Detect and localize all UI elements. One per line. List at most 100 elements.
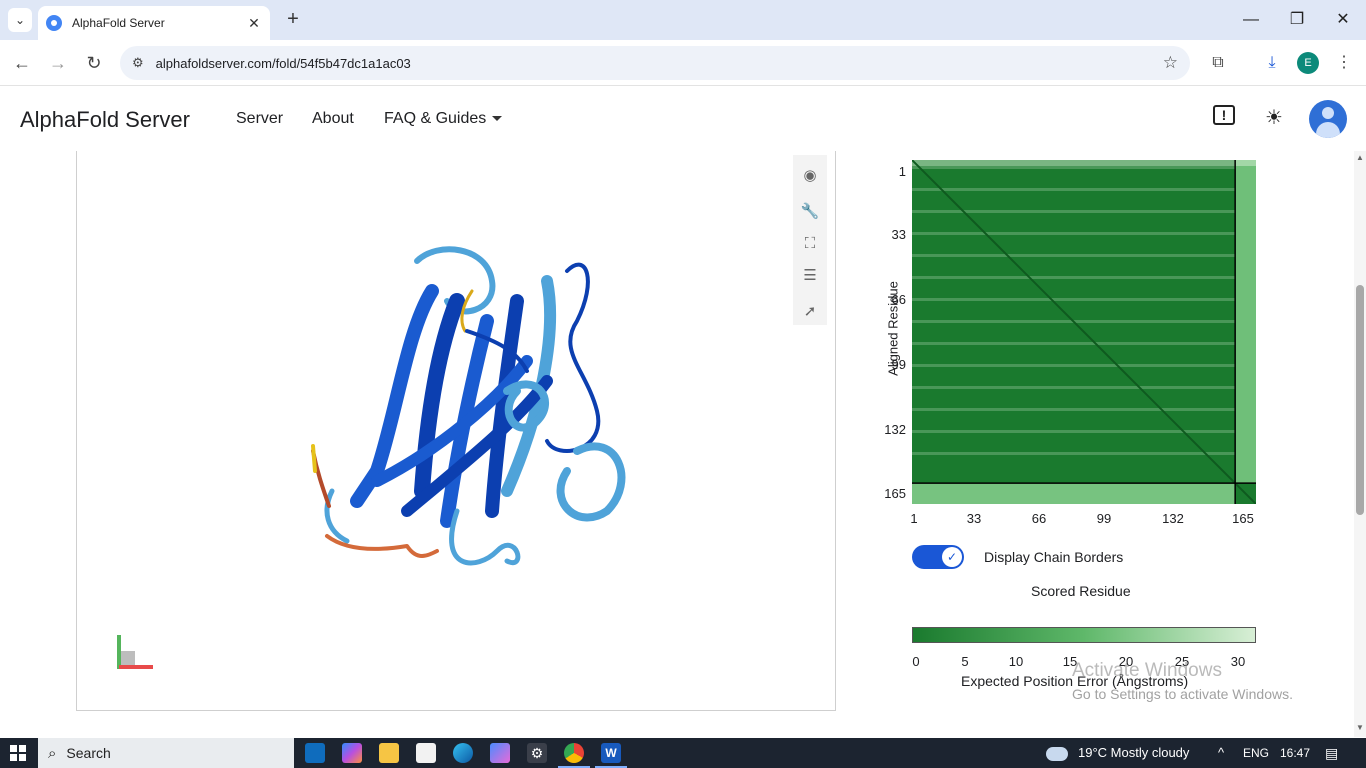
pae-block-offdiag-lower	[912, 483, 1236, 504]
x-tick: 165	[1232, 511, 1254, 526]
activate-windows-watermark: Activate Windows	[1072, 660, 1222, 681]
weather-text[interactable]: 19°C Mostly cloudy	[1078, 745, 1189, 760]
minimize-button[interactable]: —	[1228, 6, 1274, 34]
maximize-button[interactable]: ❐	[1274, 6, 1320, 34]
pae-stripe	[912, 166, 1236, 169]
y-tick: 66	[891, 292, 906, 307]
pae-stripe	[912, 254, 1236, 257]
dropdown-caret-icon	[492, 116, 503, 122]
address-bar[interactable]: ⚙ alphafoldserver.com/fold/54f5b47dc1a1a…	[120, 46, 1190, 80]
x-tick: 66	[1031, 511, 1047, 526]
close-tab-icon[interactable]: ✕	[246, 15, 262, 32]
alphafold-favicon-icon	[46, 15, 62, 31]
reload-icon[interactable]: ↻	[81, 50, 107, 76]
x-axis-label: Scored Residue	[1031, 583, 1131, 599]
pae-stripe	[912, 430, 1236, 433]
nav-faq-guides[interactable]: FAQ & Guides	[384, 110, 503, 128]
back-icon[interactable]: ←	[9, 50, 35, 76]
profile-button[interactable]: E	[1297, 52, 1319, 74]
wrench-icon[interactable]: 🔧	[797, 199, 823, 225]
settings-icon[interactable]: ⚙	[527, 743, 547, 763]
x-tick: 132	[1162, 511, 1184, 526]
pae-stripe	[912, 160, 1256, 166]
pae-stripe	[912, 452, 1236, 455]
tab-search-button[interactable]: ⌄	[8, 8, 32, 32]
y-tick: 1	[898, 164, 906, 179]
x-tick: 99	[1096, 511, 1112, 526]
download-icon[interactable]: ⤓	[1260, 51, 1284, 75]
pae-block-offdiag-upper	[1235, 160, 1256, 484]
scroll-thumb[interactable]	[1356, 285, 1364, 515]
browser-toolbar: ← → ↻ ⚙ alphafoldserver.com/fold/54f5b47…	[0, 40, 1366, 86]
colorbar-tick: 30	[1230, 654, 1246, 669]
tab-title: AlphaFold Server	[72, 16, 165, 30]
cursor-icon[interactable]: ➚	[797, 299, 823, 325]
app-header: AlphaFold Server Server About FAQ & Guid…	[0, 87, 1366, 151]
y-tick: 99	[891, 357, 906, 372]
word-icon[interactable]: W	[595, 743, 627, 768]
new-tab-button[interactable]: +	[282, 8, 304, 30]
fullscreen-icon[interactable]: ⛶	[797, 231, 823, 257]
outlook-icon[interactable]	[305, 743, 325, 763]
pae-stripe	[912, 298, 1236, 301]
windows-taskbar: ⌕ Search ⚙ W 19°C Mostly cloudy ^ ENG 16…	[0, 738, 1366, 768]
nav-server[interactable]: Server	[236, 110, 283, 128]
pae-heatmap[interactable]	[912, 160, 1256, 504]
forward-icon[interactable]: →	[45, 50, 71, 76]
extensions-icon[interactable]: ⧉	[1206, 51, 1230, 75]
sliders-icon[interactable]: ☰	[797, 263, 823, 289]
clock[interactable]: 16:47	[1280, 746, 1310, 760]
viewer-toolbar: ◉ 🔧 ⛶ ☰ ➚	[793, 155, 827, 325]
pae-stripe	[912, 210, 1236, 213]
chrome-icon[interactable]	[558, 743, 590, 768]
avatar[interactable]	[1309, 100, 1347, 138]
chain-borders-toggle[interactable]: ✓	[912, 545, 964, 569]
activate-windows-hint: Go to Settings to activate Windows.	[1072, 686, 1293, 702]
taskbar-search[interactable]: ⌕ Search	[38, 738, 294, 768]
taskbar-search-placeholder: Search	[66, 745, 111, 761]
brand-logo[interactable]: AlphaFold Server	[20, 107, 190, 133]
scroll-down-arrow-icon[interactable]: ▼	[1354, 723, 1366, 732]
scroll-up-arrow-icon[interactable]: ▲	[1354, 153, 1366, 162]
windows-start-icon[interactable]	[10, 745, 26, 761]
file-explorer-icon[interactable]	[379, 743, 399, 763]
pae-stripe	[912, 232, 1236, 235]
gemini-icon[interactable]	[490, 743, 510, 763]
page-scrollbar[interactable]: ▲ ▼	[1354, 151, 1366, 737]
camera-aperture-icon[interactable]: ◉	[797, 163, 823, 189]
language-indicator[interactable]: ENG	[1243, 746, 1269, 760]
store-icon[interactable]	[416, 743, 436, 763]
pae-stripe	[912, 386, 1236, 389]
x-tick: 33	[966, 511, 982, 526]
pae-stripe	[912, 408, 1236, 411]
bookmark-star-icon[interactable]: ☆	[1163, 53, 1178, 73]
copilot-icon[interactable]	[342, 743, 362, 763]
theme-sun-icon[interactable]: ☀	[1261, 105, 1287, 131]
colorbar-tick: 10	[1008, 654, 1024, 669]
y-tick: 33	[891, 227, 906, 242]
colorbar-tick: 0	[912, 654, 920, 669]
colorbar-tick: 5	[961, 654, 969, 669]
y-tick: 132	[884, 422, 906, 437]
weather-cloud-icon[interactable]	[1046, 747, 1068, 761]
url-text[interactable]: alphafoldserver.com/fold/54f5b47dc1a1ac0…	[156, 56, 1163, 71]
tray-chevron-icon[interactable]: ^	[1218, 745, 1224, 760]
x-tick: 1	[910, 511, 918, 526]
edge-icon[interactable]	[453, 743, 473, 763]
feedback-icon[interactable]: !	[1213, 105, 1235, 125]
pae-panel: Aligned Residue 1 33 66 99 132 165 1 33 …	[850, 151, 1350, 711]
y-axis-label: Aligned Residue	[885, 281, 901, 376]
close-window-button[interactable]: ✕	[1320, 6, 1366, 34]
browser-tab-strip: ⌄ AlphaFold Server ✕ + — ❐ ✕	[0, 0, 1366, 40]
pae-stripe	[912, 188, 1236, 191]
pae-colorbar	[912, 627, 1256, 643]
browser-tab[interactable]: AlphaFold Server ✕	[38, 6, 270, 40]
pae-stripe	[912, 276, 1236, 279]
nav-about[interactable]: About	[312, 110, 354, 128]
site-info-icon[interactable]: ⚙	[132, 55, 144, 71]
structure-viewer[interactable]: ◉ 🔧 ⛶ ☰ ➚	[76, 151, 836, 711]
protein-structure-render[interactable]	[77, 151, 837, 711]
pae-stripe	[912, 342, 1236, 345]
notifications-icon[interactable]: ▤	[1325, 745, 1338, 762]
browser-menu-icon[interactable]: ⋮	[1332, 51, 1356, 75]
